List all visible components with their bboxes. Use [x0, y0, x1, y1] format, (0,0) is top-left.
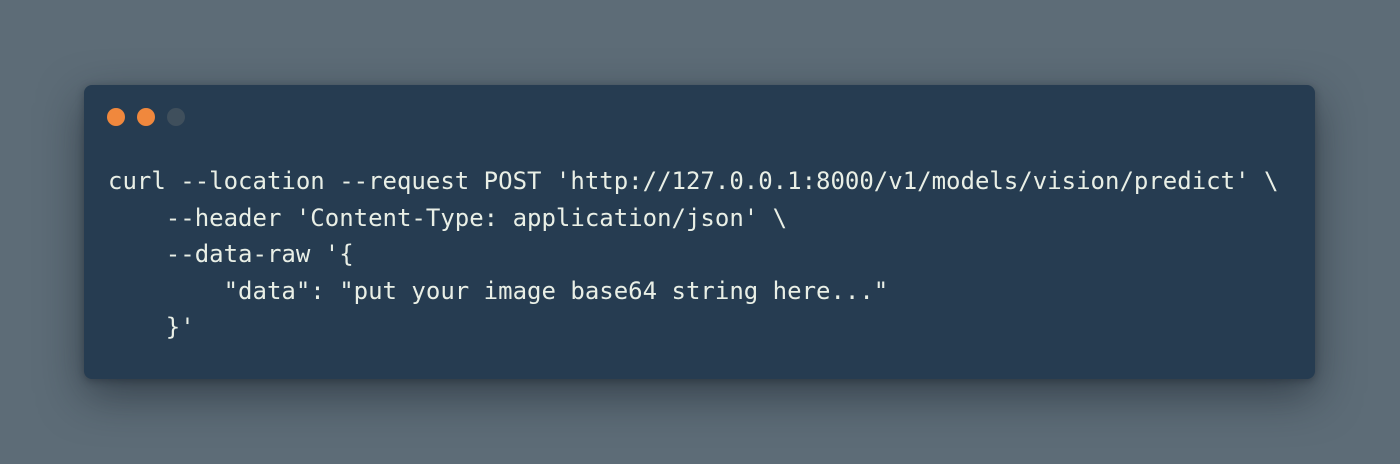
close-dot-icon[interactable]	[107, 108, 125, 126]
code-line: curl --location --request POST 'http://1…	[108, 167, 1279, 195]
window-controls	[107, 108, 185, 126]
code-line: "data": "put your image base64 string he…	[108, 276, 889, 305]
code-line: --data-raw '{	[108, 240, 354, 268]
code-line: --header 'Content-Type: application/json…	[108, 203, 788, 232]
code-line: }'	[108, 313, 195, 341]
minimize-dot-icon[interactable]	[137, 108, 155, 126]
maximize-dot-icon[interactable]	[167, 108, 185, 126]
code-block: curl --location --request POST 'http://1…	[108, 163, 1278, 346]
code-window: curl --location --request POST 'http://1…	[84, 85, 1315, 379]
